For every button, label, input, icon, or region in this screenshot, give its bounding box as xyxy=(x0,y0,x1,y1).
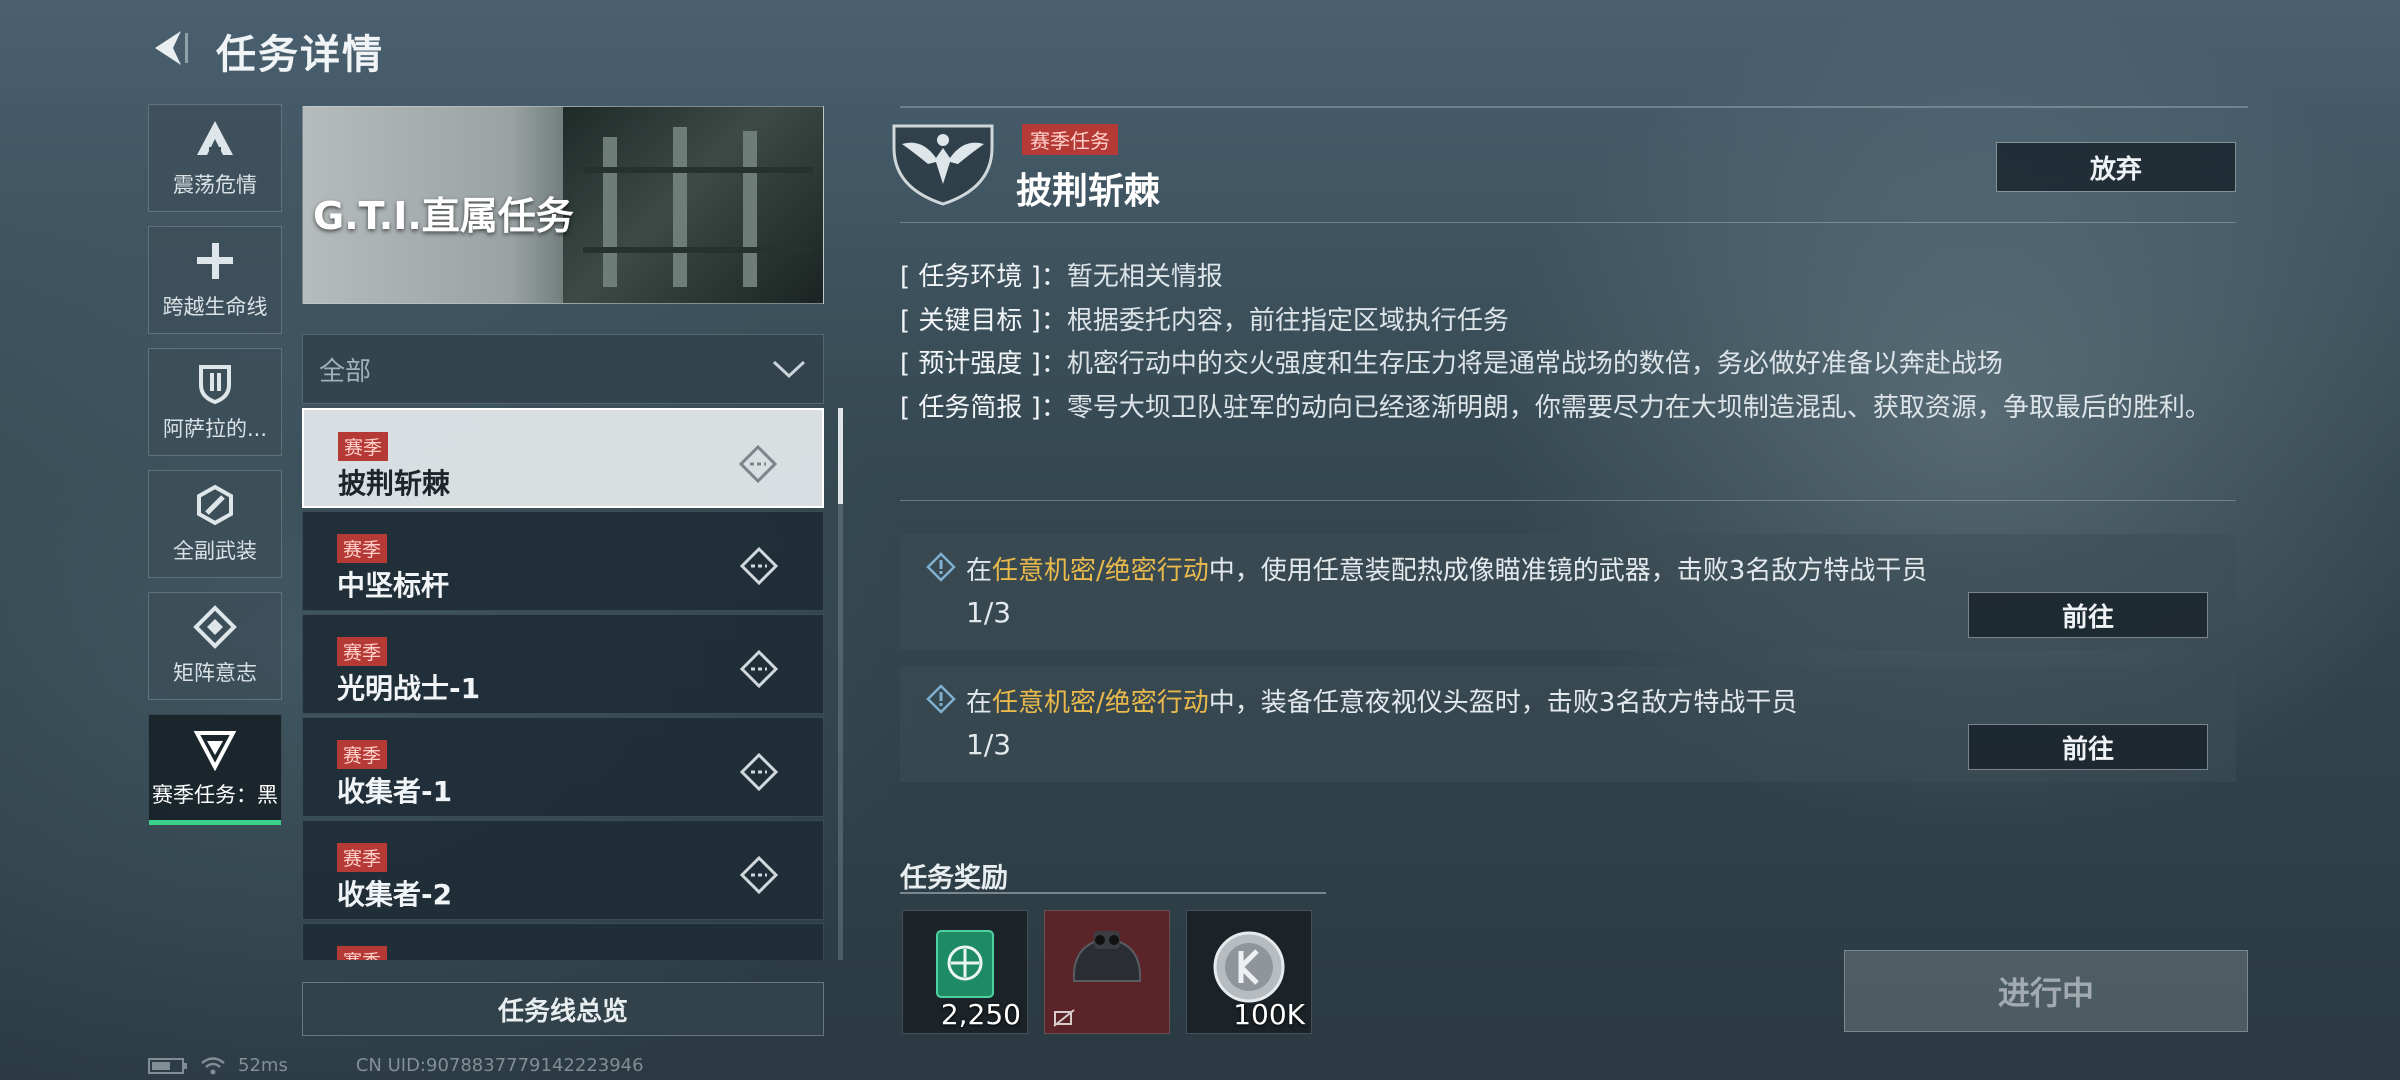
night-vision-helmet-icon xyxy=(1072,931,1142,982)
go-button[interactable]: 前往 xyxy=(1968,592,2208,638)
mission-marker-icon xyxy=(739,752,779,792)
shield-icon xyxy=(199,365,231,405)
back-button[interactable] xyxy=(140,22,200,74)
hexagon-slash-icon xyxy=(197,484,233,526)
objective-row: 在任意机密/绝密行动中，装备任意夜视仪头盔时，击败3名敌方特战干员 1/3 前往 xyxy=(900,666,2236,782)
mission-marker-icon xyxy=(738,444,778,484)
page-title: 任务详情 xyxy=(216,32,384,78)
season-tag: 赛季 xyxy=(337,534,388,563)
objective-text: 在任意机密/绝密行动中，使用任意装配热成像瞄准镜的武器，击败3名敌方特战干员 xyxy=(966,556,1928,586)
reward-amount: 100K xyxy=(1233,998,1305,1031)
info-diamond-icon xyxy=(926,684,956,714)
mission-name: 中坚标杆 xyxy=(337,569,450,602)
mission-marker-icon xyxy=(739,649,779,689)
season-tag: 赛季 xyxy=(337,946,388,960)
mission-name: 收集者-2 xyxy=(337,878,453,911)
category-label: 阿萨拉的... xyxy=(162,417,268,441)
divider xyxy=(900,892,1326,894)
battery-icon xyxy=(148,1057,187,1074)
category-tab-5[interactable]: 矩阵意志 xyxy=(148,592,282,700)
filter-value: 全部 xyxy=(319,356,372,387)
banner-title: G.T.I.直属任务 xyxy=(313,194,574,238)
mission-info: [ 任务环境 ]：暂无相关情报 [ 关键目标 ]：根据委托内容，前往指定区域执行… xyxy=(900,256,2220,430)
mission-name: 披荆斩棘 xyxy=(338,467,451,500)
season-tag: 赛季 xyxy=(337,740,388,769)
emblem-card-icon xyxy=(936,930,994,998)
mission-marker-icon xyxy=(739,855,779,895)
mission-item[interactable]: 赛季 披荆斩棘 xyxy=(302,408,824,508)
silver-coin-icon xyxy=(1213,931,1285,1003)
in-progress-status-button: 进行中 xyxy=(1844,950,2248,1032)
ping-text: 52ms xyxy=(238,1055,288,1076)
info-row-key-target: [ 关键目标 ]：根据委托内容，前往指定区域执行任务 xyxy=(900,305,1509,336)
crate-image xyxy=(563,107,823,303)
mission-marker-icon xyxy=(739,546,779,586)
reward-item[interactable]: 2,250 xyxy=(902,910,1028,1034)
category-tab-4[interactable]: 全副武装 xyxy=(148,470,282,578)
objective-progress: 1/3 xyxy=(966,728,1012,761)
category-label: 赛季任务：黑 xyxy=(152,783,278,807)
status-bar: 52ms CN UID:9078837779142223946 xyxy=(148,1055,644,1076)
objective-progress: 1/3 xyxy=(966,596,1012,629)
divider xyxy=(900,106,2248,108)
divider xyxy=(900,222,2236,223)
triangle-a-icon xyxy=(197,121,233,155)
info-row-environment: [ 任务环境 ]：暂无相关情报 xyxy=(900,262,1223,292)
reward-title: 任务奖励 xyxy=(900,863,1008,894)
info-row-briefing: [ 任务简报 ]：零号大坝卫队驻军的动向已经逐渐明朗，你需要尽力在大坝制造混乱、… xyxy=(900,392,2211,423)
category-tab-3[interactable]: 阿萨拉的... xyxy=(148,348,282,456)
eagle-emblem-icon xyxy=(892,124,994,206)
mission-item[interactable]: 赛季 光明战士-1 xyxy=(302,614,824,714)
season-tag: 赛季 xyxy=(337,843,388,872)
info-diamond-icon xyxy=(926,552,956,582)
season-tag: 赛季 xyxy=(338,432,389,461)
abandon-button[interactable]: 放弃 xyxy=(1996,142,2236,192)
category-label: 震荡危情 xyxy=(173,173,257,197)
mission-item[interactable]: 赛季 中坚标杆 xyxy=(302,511,824,611)
mission-item[interactable]: 赛季 收集者-2 xyxy=(302,820,824,920)
season-tag: 赛季 xyxy=(337,637,388,666)
funnel-triangle-icon xyxy=(193,731,237,771)
uid-text: CN UID:9078837779142223946 xyxy=(355,1055,644,1076)
back-arrow-icon xyxy=(155,31,188,65)
objective-row: 在任意机密/绝密行动中，使用任意装配热成像瞄准镜的武器，击败3名敌方特战干员 1… xyxy=(900,534,2236,650)
divider xyxy=(900,500,2236,501)
scrollbar-thumb[interactable] xyxy=(838,408,843,504)
category-tab-6[interactable]: 赛季任务：黑 xyxy=(148,714,282,825)
cross-icon xyxy=(197,243,233,279)
mission-name: 光明战士-1 xyxy=(337,672,481,705)
reward-amount: 2,250 xyxy=(940,998,1021,1031)
mission-line-banner: G.T.I.直属任务 xyxy=(302,106,824,304)
season-mission-tag: 赛季任务 xyxy=(1022,124,1118,155)
objective-text: 在任意机密/绝密行动中，装备任意夜视仪头盔时，击败3名敌方特战干员 xyxy=(966,688,1798,718)
reward-item[interactable] xyxy=(1044,910,1170,1034)
mission-line-overview-button[interactable]: 任务线总览 xyxy=(302,982,824,1036)
category-tab-1[interactable]: 震荡危情 xyxy=(148,104,282,212)
bound-item-icon xyxy=(1053,1009,1075,1027)
mission-name: 收集者-1 xyxy=(337,775,453,808)
diamond-icon xyxy=(193,605,237,649)
category-label: 跨越生命线 xyxy=(162,295,268,319)
chevron-down-icon xyxy=(772,360,806,379)
wifi-icon xyxy=(201,1056,225,1074)
category-tab-2[interactable]: 跨越生命线 xyxy=(148,226,282,334)
category-label: 全副武装 xyxy=(173,539,257,563)
mission-title: 披荆斩棘 xyxy=(1016,171,1161,212)
go-button[interactable]: 前往 xyxy=(1968,724,2208,770)
mission-item[interactable]: 赛季 xyxy=(302,923,824,960)
mission-item[interactable]: 赛季 收集者-1 xyxy=(302,717,824,817)
info-row-intensity: [ 预计强度 ]：机密行动中的交火强度和生存压力将是通常战场的数倍，务必做好准备… xyxy=(900,349,2003,379)
mission-list[interactable]: 赛季 披荆斩棘 赛季 中坚标杆 赛季 光明战士-1 赛季 收集者-1 赛季 收集… xyxy=(302,408,824,960)
reward-item[interactable]: 100K xyxy=(1186,910,1312,1034)
mission-filter-dropdown[interactable]: 全部 xyxy=(302,334,824,404)
category-label: 矩阵意志 xyxy=(173,661,257,685)
